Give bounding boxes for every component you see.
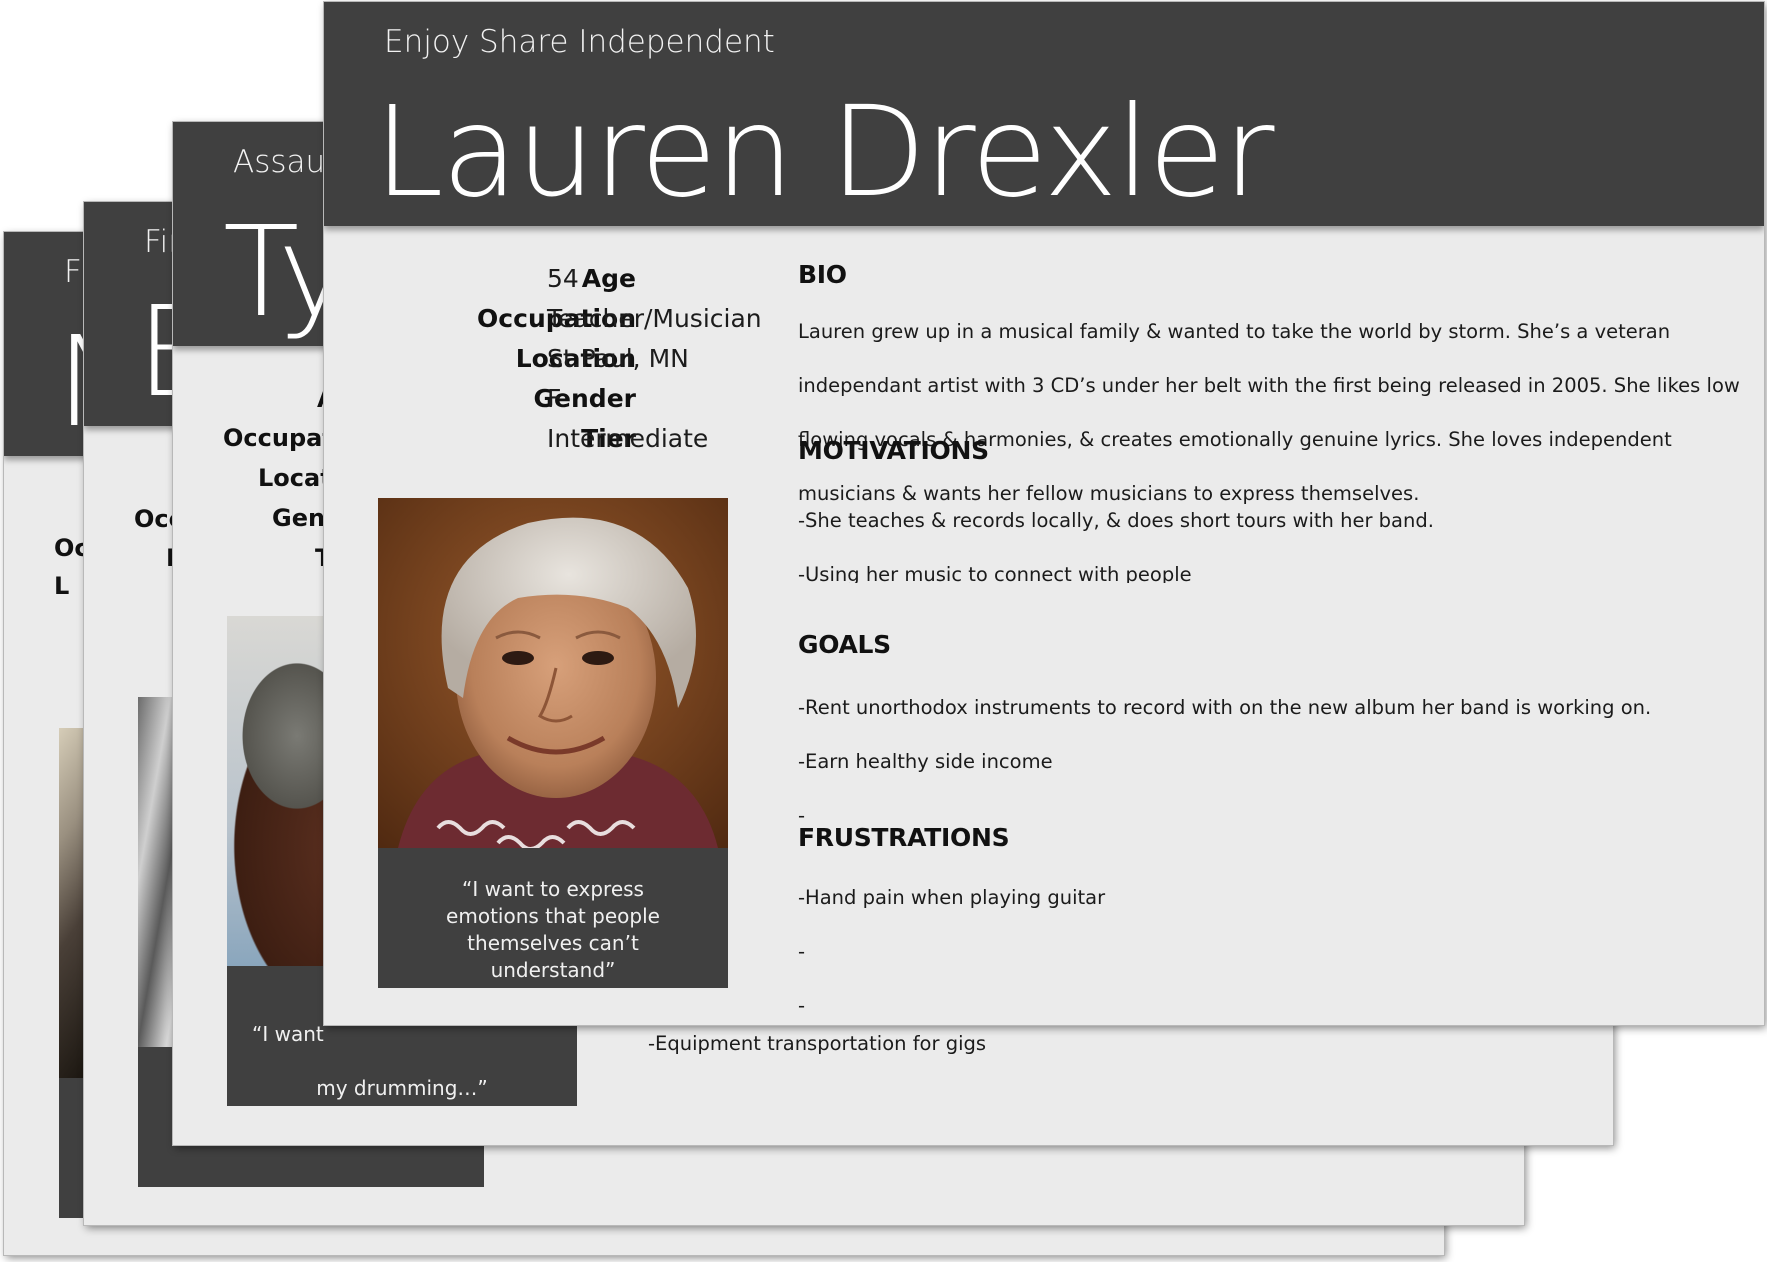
attr-label-age: Age	[581, 264, 636, 293]
goal-item: -Earn healthy side income	[798, 750, 1053, 773]
persona-card-3-frustration-line: -Equipment transportation for gigs	[648, 1032, 987, 1055]
attr-value-age: 54	[547, 264, 579, 293]
bio-line-1: Lauren grew up in a musical family & wan…	[798, 320, 1671, 343]
motivations-list: -She teaches & records locally, & does s…	[798, 480, 1434, 610]
goals-title: GOALS	[798, 630, 891, 659]
frustrations-list: -Hand pain when playing guitar - -	[798, 857, 1105, 1025]
portrait-image	[378, 498, 728, 848]
main-card-name: Lauren Drexler	[374, 80, 1275, 225]
persona-quote: “I want to express emotions that people …	[378, 848, 728, 988]
motivation-item: -Using her music to connect with people	[798, 563, 1192, 583]
persona-card-lauren[interactable]: Enjoy Share Independent Lauren Drexler A…	[324, 2, 1764, 1025]
main-card-header: Enjoy Share Independent Lauren Drexler	[324, 2, 1764, 226]
persona-card-3-tagline: Assaul	[233, 144, 334, 180]
bio-line-2: independant artist with 3 CD’s under her…	[798, 374, 1740, 397]
frustration-item: -Hand pain when playing guitar	[798, 886, 1106, 909]
persona-card-3-label-occupation: Occupat	[223, 424, 334, 452]
motivation-item: -She teaches & records locally, & does s…	[798, 509, 1434, 532]
goal-item: -Rent unorthodox instruments to record w…	[798, 696, 1652, 719]
frustration-item: -	[798, 940, 806, 963]
persona-card-3-label-location: Locat	[258, 464, 332, 492]
attr-value-location: St.Paul, MN	[547, 344, 689, 373]
persona-photo	[378, 498, 728, 848]
frustrations-title: FRUSTRATIONS	[798, 823, 1010, 852]
persona-card-3-label-gender: Gen	[272, 504, 326, 532]
attr-value-tier: Intermediate	[547, 424, 709, 453]
frustration-item: -	[798, 994, 806, 1017]
attr-value-occupation: Teacher/Musician	[547, 304, 762, 333]
attr-value-gender: F	[547, 384, 562, 413]
main-card-tagline: Enjoy Share Independent	[384, 24, 775, 60]
bio-title: BIO	[798, 260, 847, 289]
persona-card-3-quote-line-2: my drumming…”	[316, 1076, 488, 1100]
persona-card-1-label-location: L	[54, 572, 70, 600]
persona-card-3-quote-line-1: “I want	[252, 1022, 324, 1046]
motivations-title: MOTIVATIONS	[798, 436, 989, 465]
